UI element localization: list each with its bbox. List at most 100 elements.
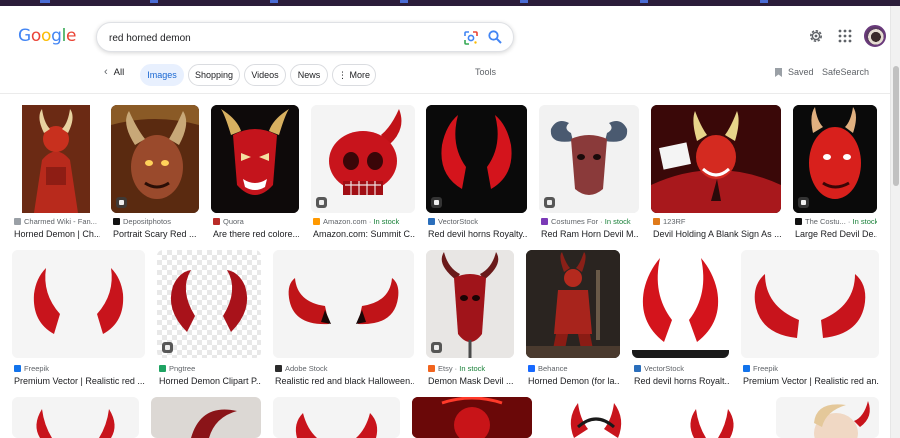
result-tile[interactable]: [776, 397, 879, 438]
settings-gear-icon[interactable]: [807, 27, 825, 45]
chevron-left-icon: ‹: [104, 66, 108, 78]
result-image[interactable]: [12, 250, 145, 358]
result-image[interactable]: [412, 397, 532, 438]
bookmark-icon: [775, 68, 782, 77]
result-tile[interactable]: [544, 397, 648, 438]
site-favicon: [275, 365, 282, 372]
result-tile[interactable]: Adobe Stock Realistic red and black Hall…: [273, 250, 414, 388]
search-box[interactable]: [96, 22, 514, 52]
result-title[interactable]: Amazon.com: Summit C...: [313, 229, 415, 239]
site-favicon: [313, 218, 320, 225]
image-type-badge-icon: [162, 342, 173, 353]
site-favicon: [14, 365, 21, 372]
page-scrollbar[interactable]: [890, 6, 900, 438]
image-type-badge-icon: [116, 197, 127, 208]
tools-button[interactable]: Tools: [475, 67, 496, 77]
result-title[interactable]: Large Red Devil De...: [795, 229, 877, 239]
result-tile[interactable]: Behance Horned Demon (for la...: [526, 250, 620, 388]
search-icon[interactable]: [487, 29, 503, 45]
result-tile[interactable]: [412, 397, 532, 438]
site-favicon: [113, 218, 120, 225]
result-title[interactable]: Red Ram Horn Devil M...: [541, 229, 639, 239]
result-title[interactable]: Horned Demon Clipart P...: [159, 376, 261, 386]
result-tile[interactable]: Etsy · In stock Demon Mask Devil ...: [426, 250, 514, 388]
site-favicon: [14, 218, 21, 225]
result-title[interactable]: Premium Vector | Realistic red an...: [743, 376, 879, 386]
tab-shopping[interactable]: Shopping: [188, 64, 240, 86]
result-tile[interactable]: Freepik Premium Vector | Realistic red .…: [12, 250, 145, 388]
tab-videos[interactable]: Videos: [244, 64, 286, 86]
result-tile[interactable]: [273, 397, 400, 438]
site-favicon: [795, 218, 802, 225]
result-image[interactable]: [211, 105, 299, 213]
result-tile[interactable]: The Costu... · In stock Large Red Devil …: [793, 105, 877, 240]
result-image[interactable]: [273, 250, 414, 358]
result-image[interactable]: [311, 105, 415, 213]
result-image[interactable]: [151, 397, 261, 438]
image-type-badge-icon: [431, 197, 442, 208]
saved-link[interactable]: Saved: [775, 67, 814, 77]
image-type-badge-icon: [544, 197, 555, 208]
result-tile[interactable]: [660, 397, 764, 438]
more-vert-icon: ⋮: [337, 70, 347, 80]
site-favicon: [653, 218, 660, 225]
result-title[interactable]: Premium Vector | Realistic red ...: [14, 376, 145, 386]
result-title[interactable]: Horned Demon | Ch...: [14, 229, 100, 239]
google-lens-icon[interactable]: [463, 30, 479, 46]
result-image[interactable]: [526, 250, 620, 358]
account-avatar[interactable]: [864, 25, 886, 47]
result-image[interactable]: [660, 397, 764, 438]
image-type-badge-icon: [316, 197, 327, 208]
result-image[interactable]: [157, 250, 261, 358]
result-title[interactable]: Red devil horns Royalt...: [634, 376, 729, 386]
result-tile[interactable]: [151, 397, 261, 438]
result-title[interactable]: Devil Holding A Blank Sign As ...: [653, 229, 781, 239]
scrollbar-thumb[interactable]: [893, 66, 899, 186]
result-tile[interactable]: Freepik Premium Vector | Realistic red a…: [741, 250, 879, 388]
site-favicon: [743, 365, 750, 372]
result-image[interactable]: [12, 397, 139, 438]
site-favicon: [428, 365, 435, 372]
result-tile[interactable]: VectorStock Red devil horns Royalty...: [426, 105, 527, 240]
tab-more[interactable]: ⋮ More: [332, 64, 376, 86]
result-image[interactable]: [741, 250, 879, 358]
result-tile[interactable]: [12, 397, 139, 438]
result-tile[interactable]: Amazon.com · In stock Amazon.com: Summit…: [311, 105, 415, 240]
result-title[interactable]: Are there red colore...: [213, 229, 299, 239]
result-image[interactable]: [426, 105, 527, 213]
site-favicon: [541, 218, 548, 225]
site-favicon: [428, 218, 435, 225]
result-title[interactable]: Portrait Scary Red ...: [113, 229, 199, 239]
result-tile[interactable]: Costumes For · In stock Red Ram Horn Dev…: [539, 105, 639, 240]
google-logo[interactable]: Google: [18, 26, 77, 46]
google-apps-icon[interactable]: [837, 28, 853, 44]
site-favicon: [528, 365, 535, 372]
result-title[interactable]: Realistic red and black Halloween...: [275, 376, 414, 386]
site-favicon: [634, 365, 641, 372]
tab-images[interactable]: Images: [140, 64, 184, 86]
result-tile[interactable]: Quora Are there red colore...: [211, 105, 299, 240]
site-favicon: [213, 218, 220, 225]
search-header: Google ‹All Images Shopping Videos: [0, 6, 890, 94]
result-image[interactable]: [651, 105, 781, 213]
result-image[interactable]: [12, 105, 100, 213]
result-image[interactable]: [544, 397, 648, 438]
result-image[interactable]: [273, 397, 400, 438]
back-to-all-link[interactable]: ‹ All: [104, 66, 124, 78]
result-tile[interactable]: Charmed Wiki - Fan... Horned Demon | Ch.…: [12, 105, 100, 240]
tab-news[interactable]: News: [290, 64, 328, 86]
result-tile[interactable]: VectorStock Red devil horns Royalt...: [632, 250, 729, 388]
result-image[interactable]: [632, 250, 729, 358]
result-tile[interactable]: Pngtree Horned Demon Clipart P...: [157, 250, 261, 388]
result-tile[interactable]: Depositphotos Portrait Scary Red ...: [111, 105, 199, 240]
result-image[interactable]: [776, 397, 879, 438]
result-tile[interactable]: 123RF Devil Holding A Blank Sign As ...: [651, 105, 781, 240]
search-input[interactable]: [109, 29, 449, 47]
safesearch-link[interactable]: SafeSearch: [822, 67, 869, 77]
result-title[interactable]: Demon Mask Devil ...: [428, 376, 514, 386]
image-type-badge-icon: [798, 197, 809, 208]
result-title[interactable]: Red devil horns Royalty...: [428, 229, 527, 239]
image-type-badge-icon: [431, 342, 442, 353]
site-favicon: [159, 365, 166, 372]
result-title[interactable]: Horned Demon (for la...: [528, 376, 620, 386]
